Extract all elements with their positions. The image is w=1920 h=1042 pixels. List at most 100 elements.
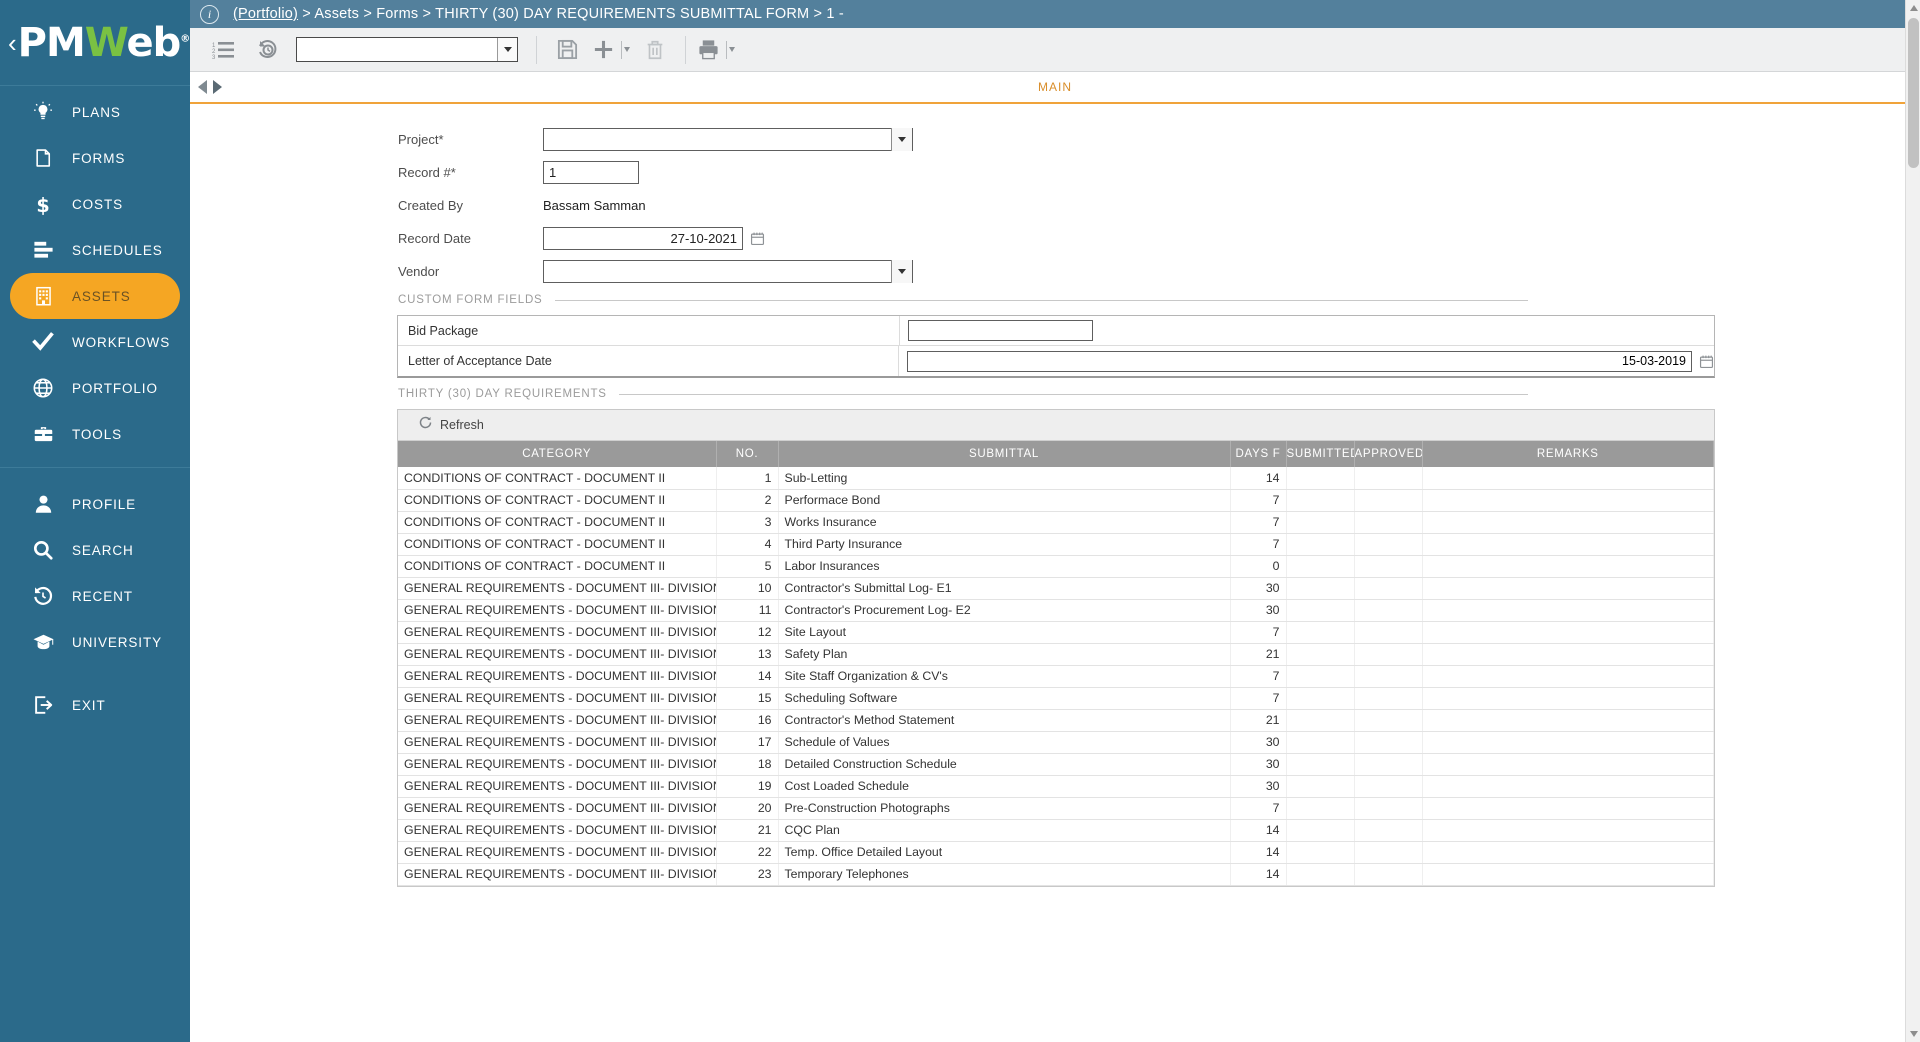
cell-days[interactable]: 14: [1230, 841, 1286, 863]
table-row[interactable]: GENERAL REQUIREMENTS - DOCUMENT III- DIV…: [398, 599, 1714, 621]
cell-category[interactable]: GENERAL REQUIREMENTS - DOCUMENT III- DIV…: [398, 621, 716, 643]
cell-approved[interactable]: [1354, 753, 1422, 775]
column-header-no[interactable]: NO.: [716, 441, 778, 467]
scrollbar-thumb[interactable]: [1908, 18, 1919, 168]
cell-category[interactable]: CONDITIONS OF CONTRACT - DOCUMENT II: [398, 555, 716, 577]
cell-remarks[interactable]: [1422, 533, 1714, 555]
cell-no[interactable]: 13: [716, 643, 778, 665]
column-header-category[interactable]: CATEGORY: [398, 441, 716, 467]
cell-days[interactable]: 7: [1230, 533, 1286, 555]
project-select[interactable]: [543, 128, 913, 151]
cell-days[interactable]: 30: [1230, 775, 1286, 797]
table-row[interactable]: CONDITIONS OF CONTRACT - DOCUMENT II4Thi…: [398, 533, 1714, 555]
cell-approved[interactable]: [1354, 511, 1422, 533]
cell-approved[interactable]: [1354, 687, 1422, 709]
cell-days[interactable]: 7: [1230, 511, 1286, 533]
cell-category[interactable]: GENERAL REQUIREMENTS - DOCUMENT III- DIV…: [398, 599, 716, 621]
info-icon[interactable]: i: [200, 5, 219, 24]
record-input[interactable]: 1: [543, 161, 639, 184]
sidebar-item-university[interactable]: UNIVERSITY: [10, 619, 180, 665]
table-row[interactable]: GENERAL REQUIREMENTS - DOCUMENT III- DIV…: [398, 687, 1714, 709]
chevron-down-icon[interactable]: [729, 47, 735, 52]
sidebar-item-schedules[interactable]: SCHEDULES: [10, 227, 180, 273]
cell-no[interactable]: 11: [716, 599, 778, 621]
cell-submitted[interactable]: [1286, 555, 1354, 577]
cell-remarks[interactable]: [1422, 709, 1714, 731]
breadcrumb-portfolio-link[interactable]: (Portfolio): [233, 6, 298, 22]
chevron-down-icon[interactable]: [891, 128, 912, 151]
history-icon[interactable]: [246, 30, 290, 70]
cell-category[interactable]: CONDITIONS OF CONTRACT - DOCUMENT II: [398, 467, 716, 489]
cell-submittal[interactable]: Temporary Telephones: [778, 863, 1230, 885]
cell-days[interactable]: 30: [1230, 753, 1286, 775]
cell-approved[interactable]: [1354, 863, 1422, 885]
scroll-down-icon[interactable]: [1910, 1031, 1918, 1037]
recorddate-input[interactable]: 27-10-2021: [543, 227, 743, 250]
cell-submittal[interactable]: Temp. Office Detailed Layout: [778, 841, 1230, 863]
sidebar-collapse-icon[interactable]: ‹: [8, 30, 17, 56]
cell-remarks[interactable]: [1422, 731, 1714, 753]
cell-submitted[interactable]: [1286, 775, 1354, 797]
pmweb-logo[interactable]: ‹ PMWeb®: [0, 0, 190, 85]
cell-days[interactable]: 7: [1230, 489, 1286, 511]
cell-category[interactable]: GENERAL REQUIREMENTS - DOCUMENT III- DIV…: [398, 709, 716, 731]
cell-approved[interactable]: [1354, 731, 1422, 753]
cell-no[interactable]: 10: [716, 577, 778, 599]
scroll-up-icon[interactable]: [1910, 5, 1918, 11]
cell-remarks[interactable]: [1422, 819, 1714, 841]
column-header-remarks[interactable]: REMARKS: [1422, 441, 1714, 467]
cell-submittal[interactable]: Contractor's Submittal Log- E1: [778, 577, 1230, 599]
bidpackage-input[interactable]: [908, 320, 1093, 341]
cell-submitted[interactable]: [1286, 731, 1354, 753]
vendor-select[interactable]: [543, 260, 913, 283]
cell-approved[interactable]: [1354, 797, 1422, 819]
cell-submittal[interactable]: Schedule of Values: [778, 731, 1230, 753]
cell-remarks[interactable]: [1422, 863, 1714, 885]
cell-days[interactable]: 7: [1230, 687, 1286, 709]
cell-no[interactable]: 4: [716, 533, 778, 555]
chevron-down-icon[interactable]: [497, 38, 517, 61]
cell-approved[interactable]: [1354, 621, 1422, 643]
cell-submitted[interactable]: [1286, 819, 1354, 841]
cell-submitted[interactable]: [1286, 599, 1354, 621]
table-row[interactable]: GENERAL REQUIREMENTS - DOCUMENT III- DIV…: [398, 841, 1714, 863]
cell-approved[interactable]: [1354, 775, 1422, 797]
table-row[interactable]: GENERAL REQUIREMENTS - DOCUMENT III- DIV…: [398, 731, 1714, 753]
cell-submittal[interactable]: Safety Plan: [778, 643, 1230, 665]
cell-no[interactable]: 15: [716, 687, 778, 709]
cell-no[interactable]: 20: [716, 797, 778, 819]
cell-days[interactable]: 30: [1230, 577, 1286, 599]
cell-submitted[interactable]: [1286, 863, 1354, 885]
cell-remarks[interactable]: [1422, 665, 1714, 687]
tab-next-icon[interactable]: [213, 80, 222, 94]
table-row[interactable]: GENERAL REQUIREMENTS - DOCUMENT III- DIV…: [398, 797, 1714, 819]
sidebar-item-profile[interactable]: PROFILE: [10, 481, 180, 527]
cell-approved[interactable]: [1354, 665, 1422, 687]
cell-remarks[interactable]: [1422, 841, 1714, 863]
record-select[interactable]: [296, 37, 518, 62]
cell-submittal[interactable]: Cost Loaded Schedule: [778, 775, 1230, 797]
table-row[interactable]: CONDITIONS OF CONTRACT - DOCUMENT II5Lab…: [398, 555, 1714, 577]
cell-submitted[interactable]: [1286, 467, 1354, 489]
cell-approved[interactable]: [1354, 841, 1422, 863]
cell-days[interactable]: 7: [1230, 797, 1286, 819]
sidebar-item-portfolio[interactable]: PORTFOLIO: [10, 365, 180, 411]
cell-submittal[interactable]: Scheduling Software: [778, 687, 1230, 709]
cell-days[interactable]: 21: [1230, 643, 1286, 665]
cell-approved[interactable]: [1354, 577, 1422, 599]
cell-remarks[interactable]: [1422, 753, 1714, 775]
cell-approved[interactable]: [1354, 709, 1422, 731]
chevron-down-icon[interactable]: [624, 47, 630, 52]
calendar-icon[interactable]: [1699, 354, 1714, 369]
delete-icon[interactable]: [633, 30, 677, 70]
cell-no[interactable]: 19: [716, 775, 778, 797]
cell-submittal[interactable]: Works Insurance: [778, 511, 1230, 533]
cell-submitted[interactable]: [1286, 621, 1354, 643]
sidebar-item-forms[interactable]: FORMS: [10, 135, 180, 181]
cell-remarks[interactable]: [1422, 687, 1714, 709]
cell-remarks[interactable]: [1422, 797, 1714, 819]
add-button[interactable]: [589, 30, 633, 70]
table-row[interactable]: GENERAL REQUIREMENTS - DOCUMENT III- DIV…: [398, 753, 1714, 775]
sidebar-item-workflows[interactable]: WORKFLOWS: [10, 319, 180, 365]
sidebar-item-costs[interactable]: $COSTS: [10, 181, 180, 227]
